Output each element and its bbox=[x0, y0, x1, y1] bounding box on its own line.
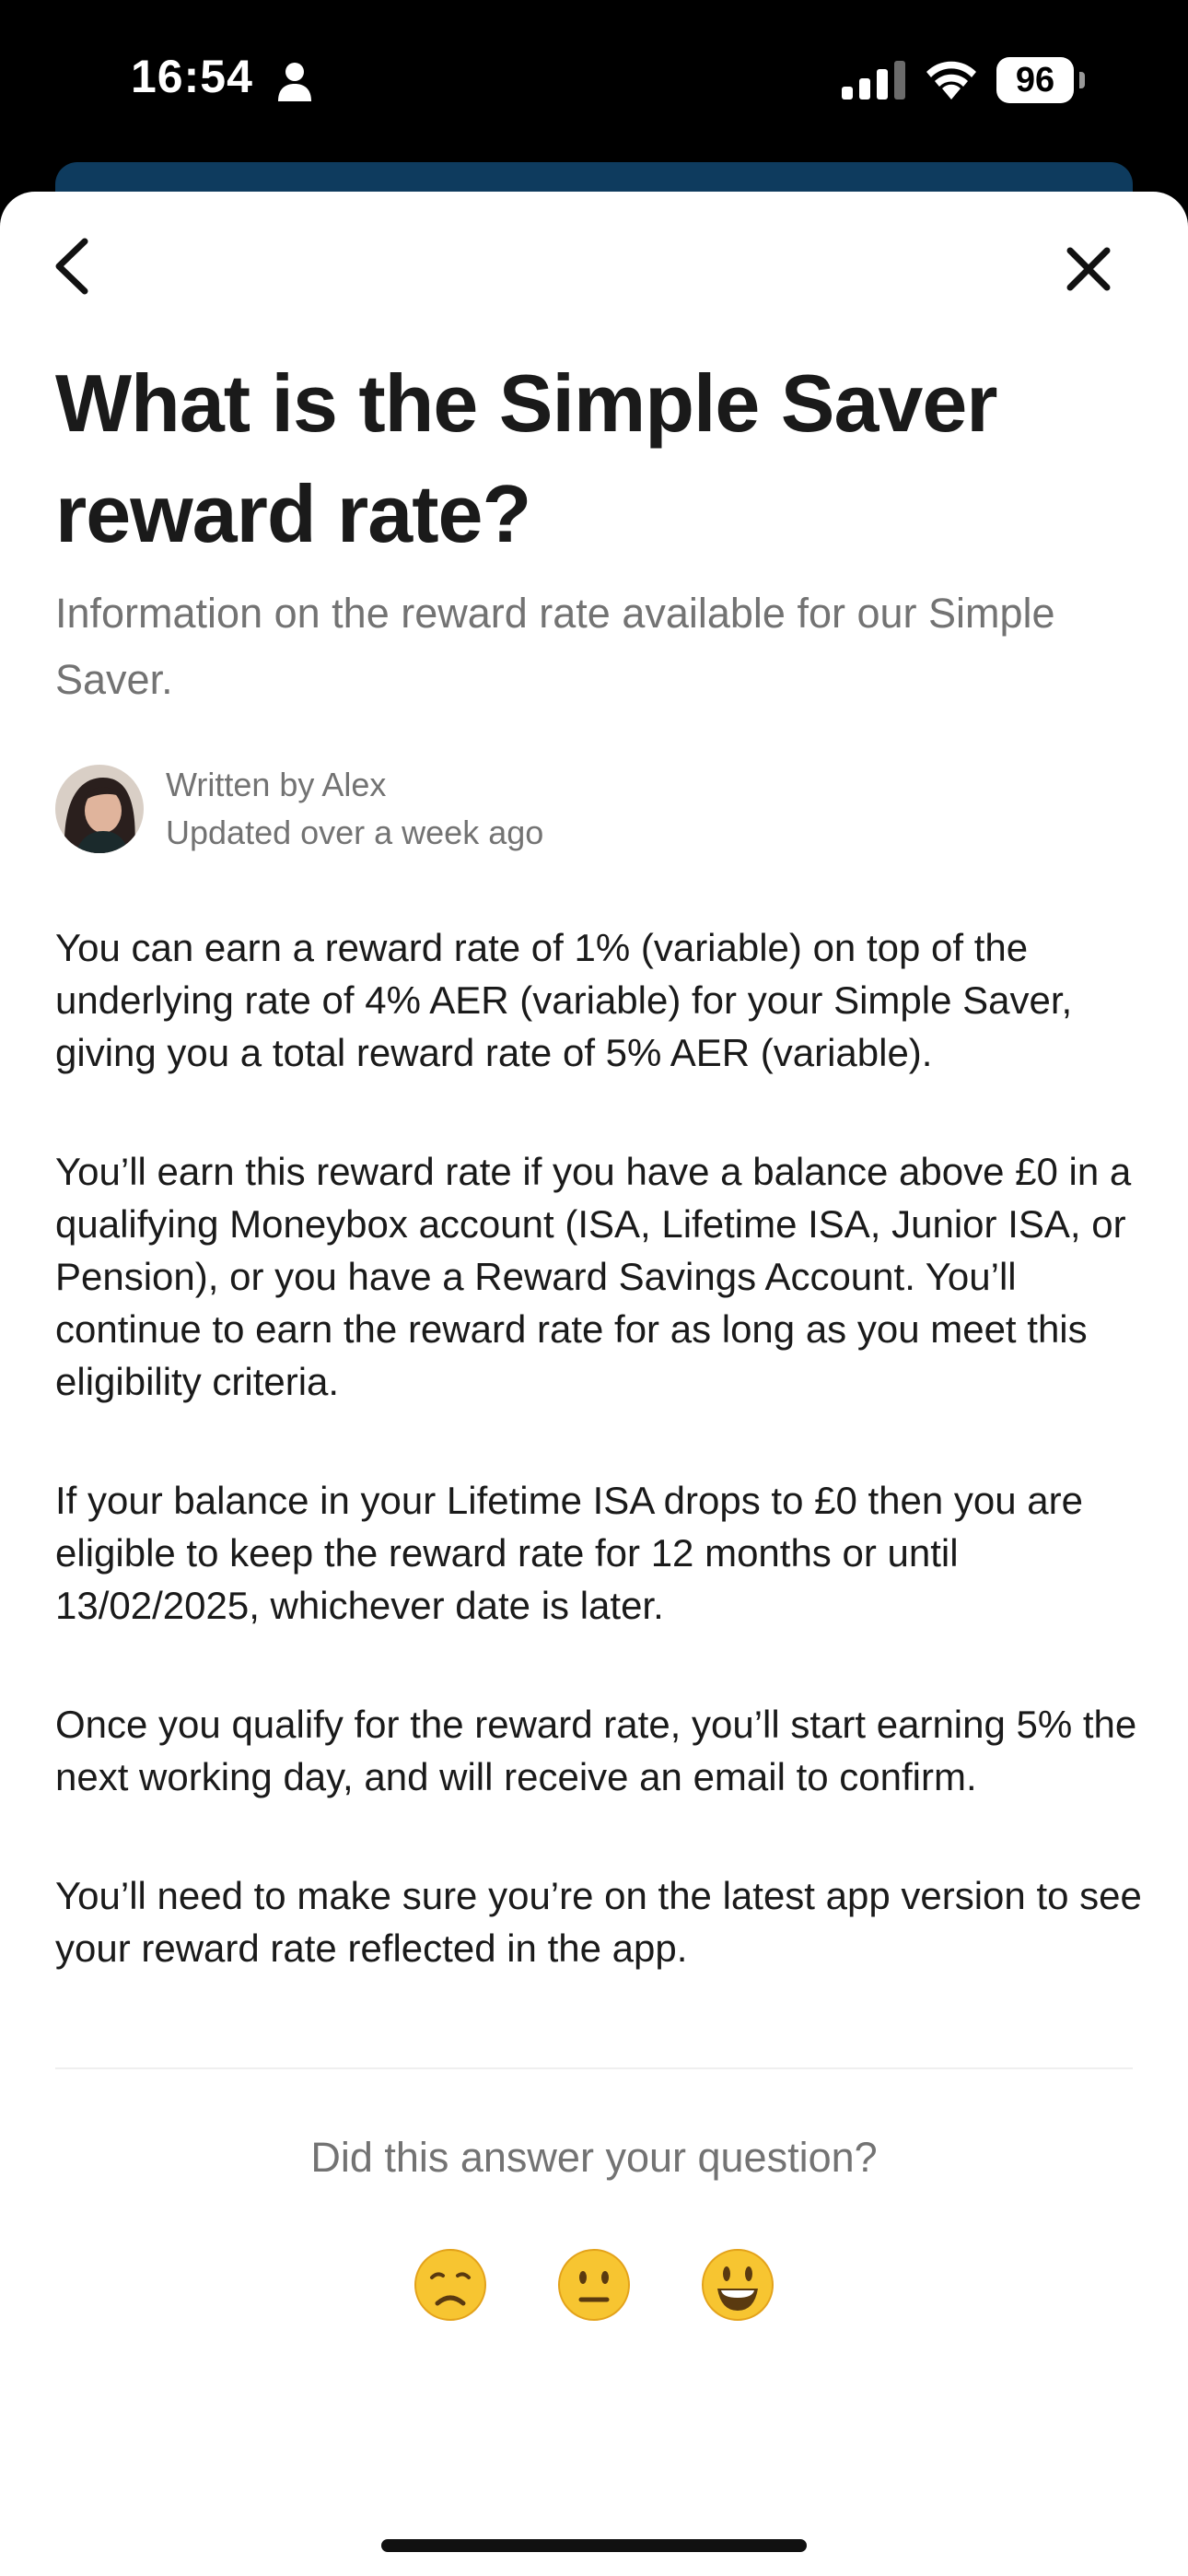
close-icon[interactable] bbox=[1061, 241, 1116, 297]
article-paragraph: You can earn a reward rate of 1% (variab… bbox=[55, 926, 1073, 1074]
article-body: You can earn a reward rate of 1% (variab… bbox=[55, 921, 1142, 2041]
feedback-question: Did this answer your question? bbox=[310, 2134, 878, 2181]
battery-indicator: 96 bbox=[996, 57, 1085, 103]
article-subtitle: Information on the reward rate available… bbox=[55, 590, 1055, 703]
author-info: Written by Alex Updated over a week ago bbox=[166, 761, 543, 857]
cellular-signal-icon bbox=[842, 61, 905, 100]
article-paragraph: You’ll need to make sure you’re on the l… bbox=[55, 1874, 1142, 1970]
author-name: Written by Alex bbox=[166, 766, 387, 803]
author-avatar bbox=[55, 765, 144, 853]
article-paragraph: You’ll earn this reward rate if you have… bbox=[55, 1150, 1132, 1403]
status-time: 16:54 bbox=[131, 51, 253, 102]
updated-time: Updated over a week ago bbox=[166, 814, 544, 851]
article-title: What is the Simple Saver reward rate? bbox=[55, 357, 998, 559]
home-indicator[interactable] bbox=[381, 2539, 807, 2552]
feedback-reactions bbox=[0, 2248, 1188, 2322]
smiley-face-icon[interactable] bbox=[701, 2248, 775, 2322]
battery-level: 96 bbox=[996, 57, 1074, 103]
feedback-divider bbox=[55, 2067, 1133, 2069]
person-icon bbox=[278, 63, 311, 101]
back-chevron-icon[interactable] bbox=[46, 234, 101, 299]
neutral-face-icon[interactable] bbox=[557, 2248, 631, 2322]
wifi-icon bbox=[926, 61, 976, 100]
battery-tip bbox=[1079, 72, 1085, 88]
article-paragraph: Once you qualify for the reward rate, yo… bbox=[55, 1703, 1137, 1798]
article-paragraph: If your balance in your Lifetime ISA dro… bbox=[55, 1479, 1083, 1627]
status-bar: 16:54 96 bbox=[0, 0, 1188, 184]
disappointed-face-icon[interactable] bbox=[413, 2248, 487, 2322]
